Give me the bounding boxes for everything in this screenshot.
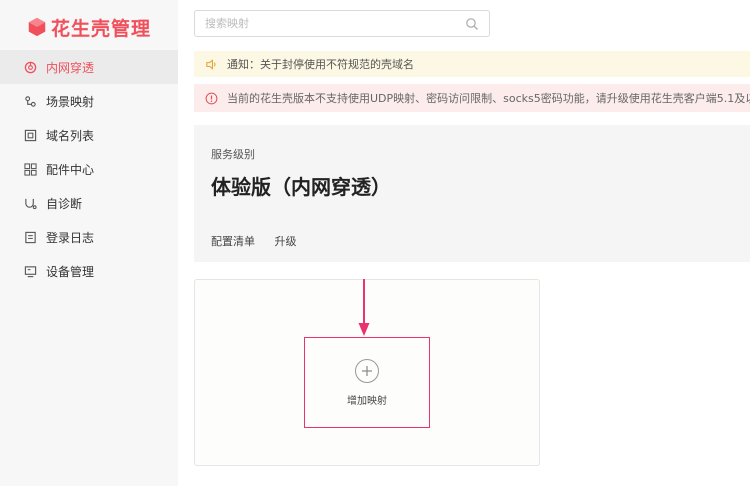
sidebar-item-diagnose[interactable]: 自诊断 (0, 186, 178, 220)
sidebar-item-label: 设备管理 (46, 264, 95, 279)
sidebar-item-domains[interactable]: 域名列表 (0, 118, 178, 152)
search-input[interactable] (205, 17, 455, 30)
version-alert: 当前的花生壳版本不支持使用UDP映射、密码访问限制、socks5密码功能，请升级… (194, 84, 750, 112)
sidebar: 花生壳管理 内网穿透 场景映射 域名列表 配件中心 自诊断 登录日志 设备管理 (0, 0, 178, 486)
add-mapping-button[interactable]: 增加映射 (304, 337, 430, 428)
grid-icon (24, 162, 37, 176)
sidebar-item-label: 内网穿透 (46, 60, 95, 75)
sidebar-nav: 内网穿透 场景映射 域名列表 配件中心 自诊断 登录日志 设备管理 (0, 50, 178, 288)
annotation-arrow-icon (358, 279, 370, 336)
sidebar-item-label: 配件中心 (46, 162, 95, 177)
peanut-logo-icon (28, 17, 46, 37)
sidebar-item-label: 域名列表 (46, 128, 95, 143)
domain-list-icon (24, 129, 37, 142)
sidebar-item-devices[interactable]: 设备管理 (0, 254, 178, 288)
warning-icon (205, 92, 218, 104)
sidebar-item-label: 场景映射 (46, 94, 95, 109)
sidebar-item-accessories[interactable]: 配件中心 (0, 152, 178, 186)
add-mapping-label: 增加映射 (347, 395, 387, 407)
search-icon[interactable] (465, 17, 479, 31)
speaker-icon (206, 58, 216, 70)
service-links: 配置清单 升级 (211, 233, 313, 249)
notice-text: 通知：关于封停使用不符规范的壳域名 (227, 58, 414, 71)
scene-icon (24, 95, 37, 108)
alert-text: 当前的花生壳版本不支持使用UDP映射、密码访问限制、socks5密码功能，请升级… (227, 92, 750, 105)
sidebar-item-label: 自诊断 (46, 196, 83, 211)
service-level-card: 服务级别 体验版（内网穿透） 配置清单 升级 (194, 125, 750, 262)
device-icon (24, 265, 37, 278)
sidebar-item-intranet[interactable]: 内网穿透 (0, 50, 178, 84)
log-icon (24, 231, 37, 244)
plus-icon (355, 358, 379, 383)
upgrade-link[interactable]: 升级 (275, 235, 297, 248)
config-list-link[interactable]: 配置清单 (211, 235, 255, 248)
service-level-label: 服务级别 (211, 148, 255, 161)
app-logo[interactable]: 花生壳管理 (26, 13, 151, 41)
service-level-value: 体验版（内网穿透） (211, 175, 391, 199)
notice-bar[interactable]: 通知：关于封停使用不符规范的壳域名 (194, 51, 750, 77)
sidebar-item-scene[interactable]: 场景映射 (0, 84, 178, 118)
app-title: 花生壳管理 (51, 17, 152, 40)
sidebar-item-login-log[interactable]: 登录日志 (0, 220, 178, 254)
diagnose-icon (24, 197, 37, 210)
sidebar-item-label: 登录日志 (46, 230, 95, 245)
search-box (194, 10, 490, 37)
network-icon (24, 61, 37, 74)
